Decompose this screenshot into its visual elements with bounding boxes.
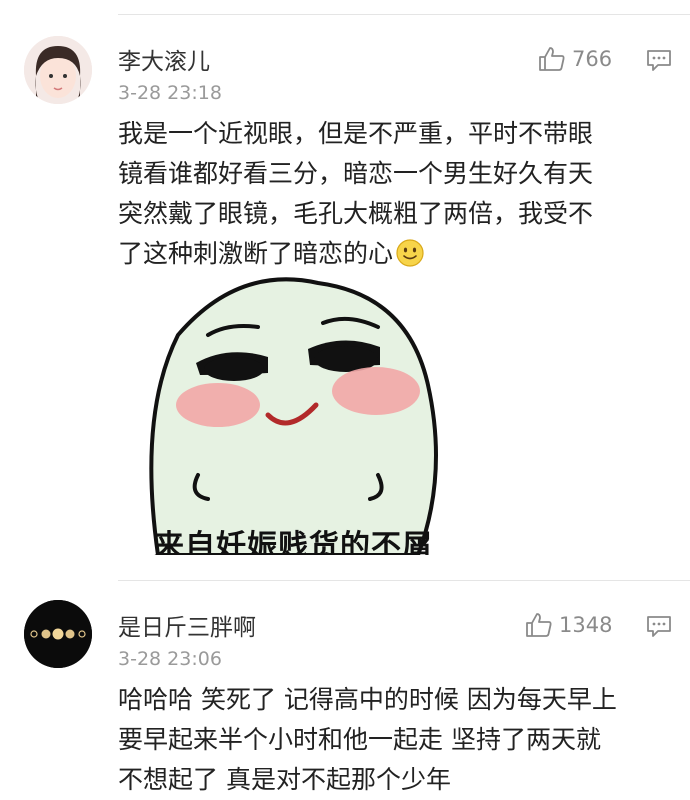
like-button[interactable]: 766 [538, 46, 612, 72]
avatar[interactable] [24, 36, 92, 104]
timestamp: 3-28 23:18 [118, 82, 222, 104]
comment-line: 哈哈哈 笑死了 记得高中的时候 因为每天早上 [118, 685, 617, 714]
sticker-caption: 来自妊娠贱货的不屑 [154, 529, 433, 555]
avatar[interactable] [24, 600, 92, 668]
comment-line: 了这种刺激断了暗恋的心 [118, 239, 394, 268]
smiley-face-icon [396, 239, 424, 267]
comment-divider [118, 580, 690, 581]
username[interactable]: 李大滚儿 [118, 42, 210, 76]
like-count: 766 [572, 47, 613, 71]
top-divider [118, 14, 690, 15]
thumbs-up-icon [526, 613, 552, 637]
like-button[interactable]: 1348 [525, 612, 612, 638]
comment-bubble-icon[interactable] [646, 614, 672, 638]
comment-line: 要早起来半个小时和他一起走 坚持了两天就 [118, 725, 601, 754]
timestamp: 3-28 23:06 [118, 648, 222, 670]
comment-text: 我是一个近视眼，但是不严重，平时不带眼 镜看谁都好看三分，暗恋一个男生好久有天 … [118, 114, 678, 274]
username[interactable]: 是日斤三胖啊 [118, 608, 256, 642]
comment-text: 哈哈哈 笑死了 记得高中的时候 因为每天早上 要早起来半个小时和他一起走 坚持了… [118, 680, 678, 800]
sticker-image[interactable]: 来自妊娠贱货的不屑 [118, 275, 498, 555]
comment-line: 不想起了 真是对不起那个少年 [118, 765, 451, 794]
comment-line: 镜看谁都好看三分，暗恋一个男生好久有天 [118, 159, 594, 188]
comment-line: 突然戴了眼镜，毛孔大概粗了两倍，我受不 [118, 199, 594, 228]
comment-line: 我是一个近视眼，但是不严重，平时不带眼 [118, 119, 594, 148]
comment-bubble-icon[interactable] [646, 48, 672, 72]
thumbs-up-icon [539, 47, 565, 71]
like-count: 1348 [559, 613, 613, 637]
